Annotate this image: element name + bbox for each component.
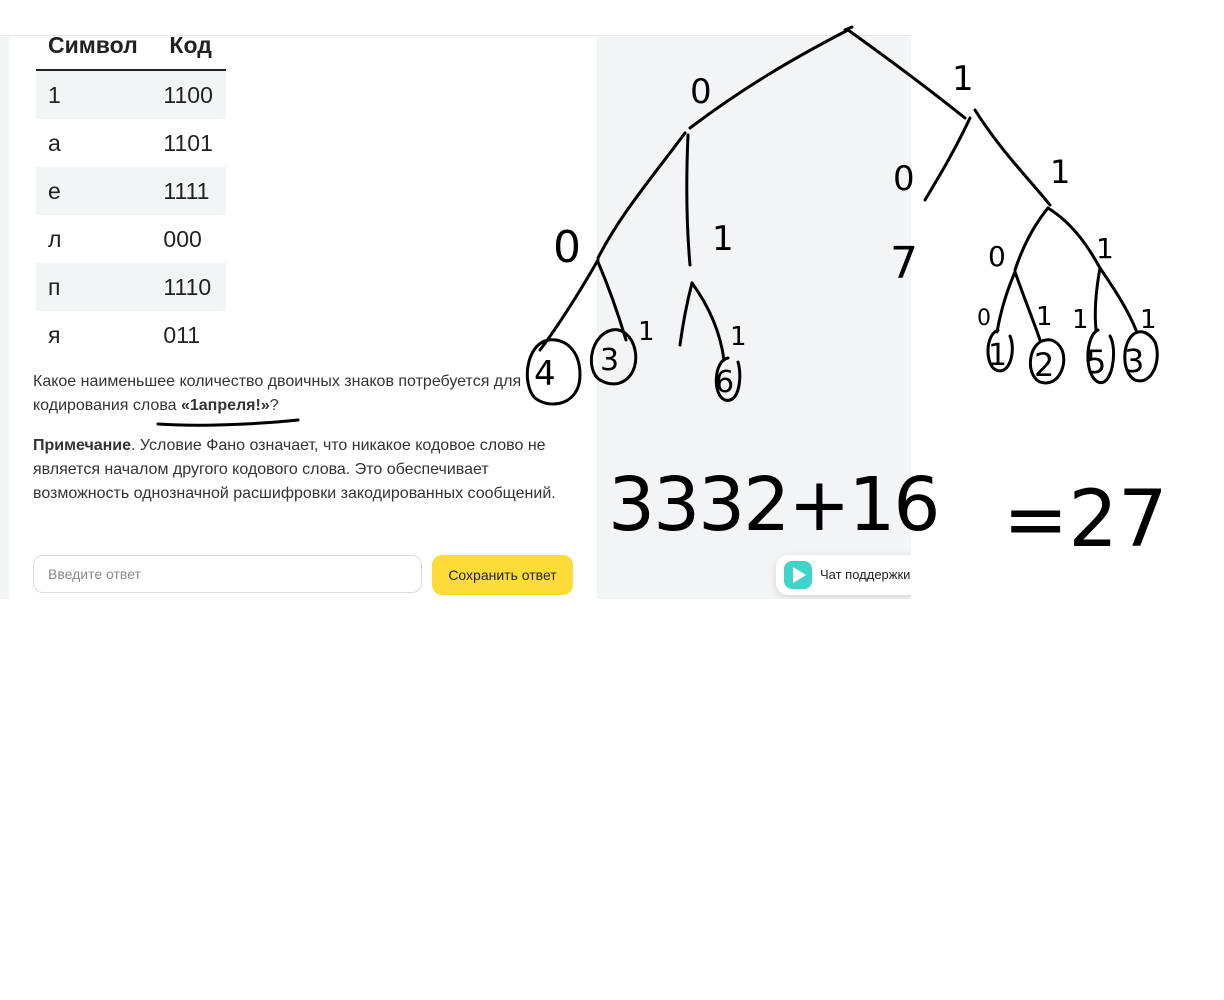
leaf-number: 3: [1124, 342, 1144, 380]
tree-edge: [1013, 270, 1042, 342]
right-gray-panel: [597, 36, 911, 599]
page-screenshot: Символ Код 1 1100 а 1101 е 1111 л 000 п: [0, 0, 911, 599]
leaf-number: 2: [1034, 346, 1054, 384]
edge-label: 0: [988, 240, 1006, 273]
question-word: «1апреля!»: [180, 397, 270, 414]
tree-edge: [995, 270, 1017, 334]
edge-label: 1: [952, 59, 974, 99]
leaf-number: 5: [1086, 343, 1106, 381]
tree-edge: [973, 108, 1052, 207]
chat-play-icon: [784, 561, 812, 589]
code-cell: 1111: [151, 167, 226, 215]
column-header-symbol: Символ: [36, 22, 152, 71]
tree-edge: [1098, 266, 1138, 332]
note-label: Примечание: [33, 437, 132, 454]
edge-label: 1: [1072, 305, 1089, 335]
table-row: е 1111: [36, 167, 226, 215]
table-row: я 011: [36, 311, 226, 359]
symbol-cell: я: [48, 321, 61, 348]
symbol-cell: е: [36, 167, 152, 215]
leaf-number: 1: [988, 338, 1007, 373]
calculation-result: =27: [1003, 475, 1168, 565]
leaf-circle: [986, 328, 1014, 373]
symbol-cell: 1: [36, 70, 152, 119]
leaf-circle: [1086, 328, 1116, 384]
code-cell: 011: [163, 321, 201, 348]
edge-label: 1: [1036, 302, 1053, 332]
chat-label: Чат поддержки: [820, 567, 911, 582]
question-text-after: ?: [269, 397, 279, 414]
edge-label: 1: [1096, 232, 1114, 265]
edge-label: 1: [1050, 153, 1070, 191]
table-row: а 1101: [36, 119, 226, 167]
left-gray-strip: [0, 36, 9, 599]
leaf-circle: [1028, 338, 1066, 385]
save-answer-button[interactable]: Сохранить ответ: [432, 555, 573, 595]
answer-input[interactable]: [33, 555, 422, 593]
symbol-cell: п: [36, 263, 152, 311]
code-cell: 1100: [151, 70, 226, 119]
tree-edge: [1093, 266, 1102, 332]
tree-edge: [1013, 206, 1050, 272]
table-header-row: Символ Код: [36, 22, 226, 71]
leaf-circle: [1123, 330, 1159, 383]
table-row: л 000: [36, 215, 226, 263]
code-cell: 000: [163, 225, 202, 252]
question-text: Какое наименьшее количество двоичных зна…: [33, 370, 553, 418]
symbol-cell: л: [48, 225, 62, 252]
symbol-cell: а: [48, 129, 61, 156]
code-table: Символ Код 1 1100 а 1101 е 1111 л 000 п: [36, 22, 226, 359]
tree-edge: [1046, 206, 1102, 270]
support-chat-widget[interactable]: Чат поддержки: [776, 555, 911, 595]
edge-label: 0: [977, 306, 991, 331]
note-text: Примечание. Условие Фано означает, что н…: [33, 434, 578, 506]
table-row: п 1110: [36, 263, 226, 311]
tree-edge: [923, 116, 972, 202]
code-cell: 1101: [163, 129, 213, 156]
table-row: 1 1100: [36, 70, 226, 119]
column-header-code: Код: [151, 22, 226, 71]
edge-label: 1: [1140, 305, 1157, 335]
code-cell: 1110: [151, 263, 226, 311]
